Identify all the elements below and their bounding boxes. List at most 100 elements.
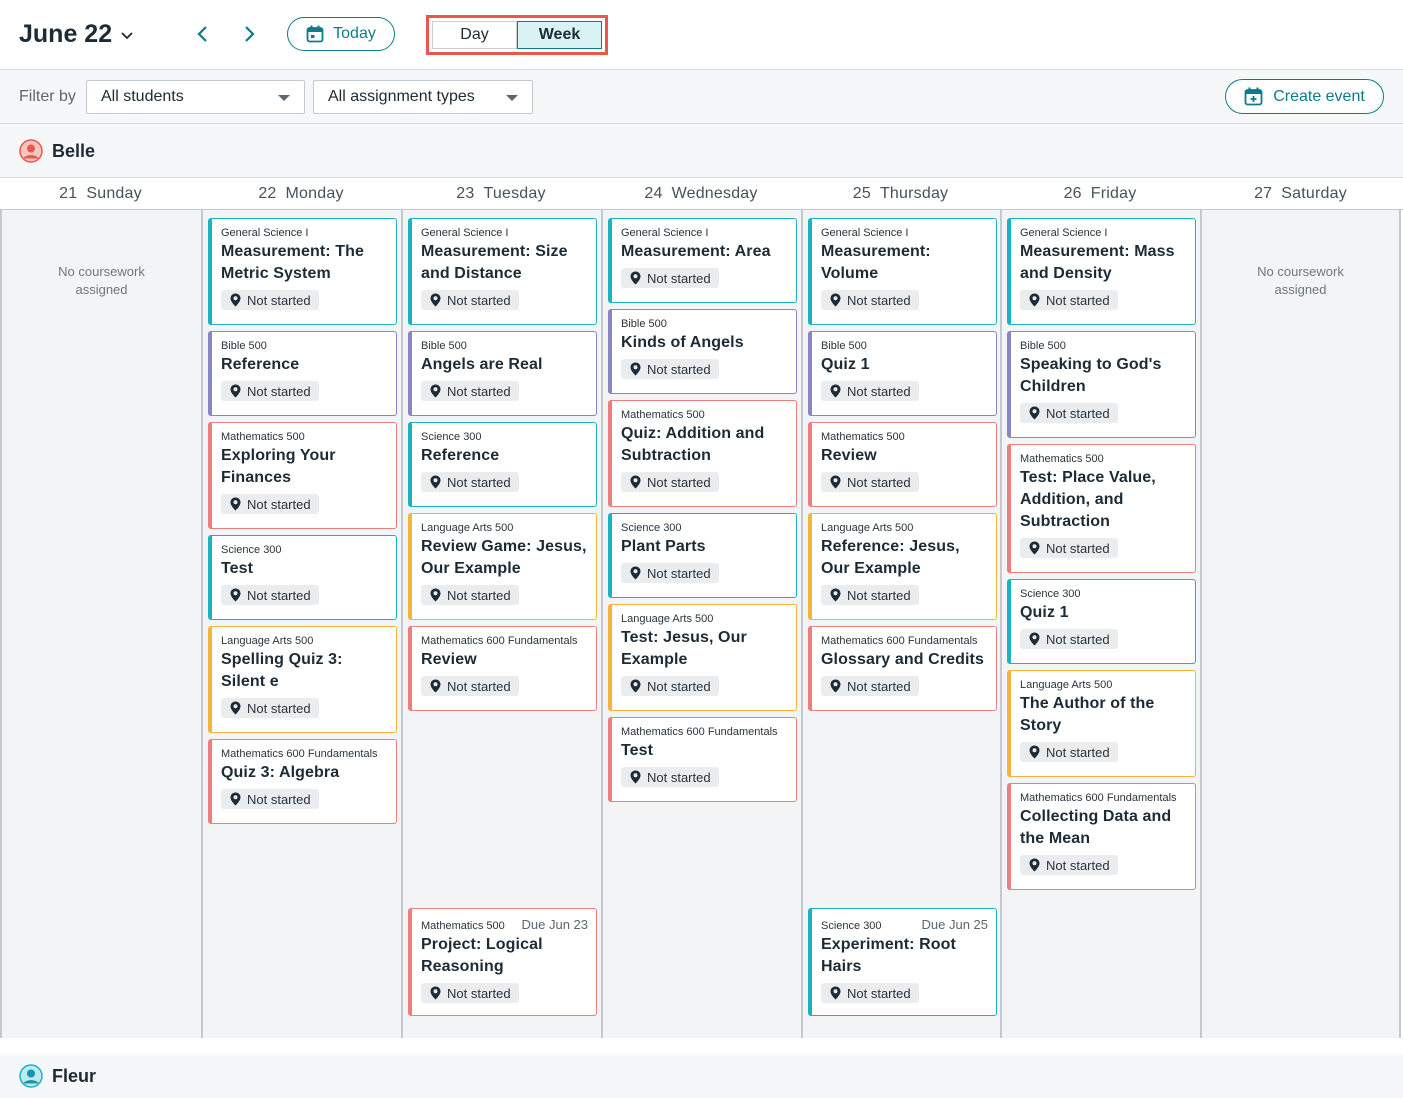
students-select[interactable]: All students — [86, 80, 305, 114]
assignment-card[interactable]: Mathematics 600 Fundamentals Quiz 3: Alge… — [208, 739, 397, 824]
day-header-saturday[interactable]: 27 Saturday — [1200, 178, 1401, 210]
course-line: Mathematics 500 — [621, 409, 788, 421]
assignment-title: Review Game: Jesus, Our Example — [421, 538, 587, 577]
status-badge: Not started — [421, 381, 519, 401]
day-column-tuesday: General Science I Measurement: Size and D… — [401, 210, 601, 1038]
view-week-button[interactable]: Week — [517, 21, 602, 49]
course-name: Mathematics 600 Fundamentals — [221, 748, 378, 760]
assignment-card[interactable]: Language Arts 500 Review Game: Jesus, Our… — [408, 513, 597, 620]
assignment-card[interactable]: Science 300 Quiz 1 Not started — [1007, 579, 1196, 664]
day-header-friday[interactable]: 26 Friday — [1000, 178, 1200, 210]
assignment-title: Measurement: Size and Distance — [421, 243, 568, 282]
assignment-card[interactable]: Language Arts 500 The Author of the Story… — [1007, 670, 1196, 777]
status-text: Not started — [447, 678, 511, 694]
status-badge: Not started — [1020, 538, 1118, 558]
assignment-card[interactable]: Science 300 Test Not started — [208, 535, 397, 620]
assignment-card[interactable]: Mathematics 600 Fundamentals Test Not star… — [608, 717, 797, 802]
assignment-card[interactable]: Science 300 Plant Parts Not started — [608, 513, 797, 598]
status-text: Not started — [447, 985, 511, 1001]
assignment-card[interactable]: Bible 500 Speaking to God's Children Not s… — [1007, 331, 1196, 438]
course-name: Mathematics 600 Fundamentals — [1020, 792, 1177, 804]
assignment-card[interactable]: Bible 500 Quiz 1 Not started — [808, 331, 997, 416]
location-pin-icon — [1029, 541, 1040, 555]
student-name: Fleur — [52, 1065, 97, 1086]
location-pin-icon — [830, 475, 841, 489]
status-badge: Not started — [621, 563, 719, 583]
location-pin-icon — [630, 475, 641, 489]
location-pin-icon — [630, 770, 641, 784]
today-button[interactable]: Today — [287, 17, 395, 51]
create-event-button[interactable]: Create event — [1225, 79, 1384, 114]
student-row-fleur[interactable]: Fleur — [0, 1054, 1403, 1098]
course-name: Mathematics 500 — [1020, 453, 1104, 465]
assignment-card[interactable]: Mathematics 600 Fundamentals Glossary and… — [808, 626, 997, 711]
location-pin-icon — [830, 679, 841, 693]
assignment-card[interactable]: Mathematics 500 Test: Place Value, Additi… — [1007, 444, 1196, 573]
assignment-card[interactable]: Science 300 Reference Not started — [408, 422, 597, 507]
filter-bar: Filter by All students All assignment ty… — [0, 70, 1403, 124]
status-text: Not started — [447, 474, 511, 490]
month-selector[interactable]: June 22 — [19, 20, 134, 49]
assignment-card[interactable]: Mathematics 600 Fundamentals Collecting D… — [1007, 783, 1196, 890]
assignment-card[interactable]: Science 300 Due Jun 25 Experiment: Root Ha… — [808, 908, 997, 1016]
assignment-types-select[interactable]: All assignment types — [313, 80, 533, 114]
course-name: Science 300 — [421, 431, 482, 443]
top-bar: June 22 Today Day Week — [0, 0, 1403, 70]
location-pin-icon — [430, 293, 441, 307]
assignment-card[interactable]: General Science I Measurement: Area Not st… — [608, 218, 797, 303]
student-name: Belle — [52, 140, 96, 161]
assignment-title: The Author of the Story — [1020, 695, 1155, 734]
assignment-card[interactable]: Bible 500 Kinds of Angels Not started — [608, 309, 797, 394]
view-day-button[interactable]: Day — [432, 21, 517, 49]
course-name: Bible 500 — [821, 340, 867, 352]
day-column-monday: General Science I Measurement: The Metric… — [201, 210, 401, 1038]
assignment-title: Spelling Quiz 3: Silent e — [221, 651, 343, 690]
course-line: Bible 500 — [621, 318, 788, 330]
assignment-card[interactable]: Mathematics 500 Due Jun 23 Project: Logica… — [408, 908, 597, 1016]
assignment-card[interactable]: General Science I Measurement: Size and D… — [408, 218, 597, 325]
assignment-card[interactable]: Language Arts 500 Reference: Jesus, Our E… — [808, 513, 997, 620]
status-badge: Not started — [821, 290, 919, 310]
status-text: Not started — [447, 383, 511, 399]
assignment-card[interactable]: Language Arts 500 Test: Jesus, Our Exampl… — [608, 604, 797, 711]
day-name: Sunday — [86, 185, 142, 202]
assignment-card[interactable]: Mathematics 500 Exploring Your Finances No… — [208, 422, 397, 529]
day-name: Wednesday — [671, 185, 758, 202]
course-line: Science 300 — [1020, 588, 1187, 600]
previous-week-button[interactable] — [191, 22, 215, 46]
location-pin-icon — [230, 588, 241, 602]
assignment-card[interactable]: Language Arts 500 Spelling Quiz 3: Silent… — [208, 626, 397, 733]
course-name: Mathematics 500 — [821, 431, 905, 443]
day-header-thursday[interactable]: 25 Thursday — [801, 178, 1000, 210]
course-line: Mathematics 500 — [221, 431, 388, 443]
day-header-tuesday[interactable]: 23 Tuesday — [401, 178, 601, 210]
next-week-button[interactable] — [237, 22, 261, 46]
today-label: Today — [333, 25, 376, 42]
course-name: Mathematics 500 — [221, 431, 305, 443]
student-row-belle[interactable]: Belle — [0, 124, 1403, 178]
status-badge: Not started — [221, 290, 319, 310]
status-text: Not started — [847, 474, 911, 490]
assignment-card[interactable]: Mathematics 500 Quiz: Addition and Subtra… — [608, 400, 797, 507]
assignment-card[interactable]: Bible 500 Angels are Real Not started — [408, 331, 597, 416]
status-badge: Not started — [221, 698, 319, 718]
assignment-card[interactable]: Bible 500 Reference Not started — [208, 331, 397, 416]
day-header-monday[interactable]: 22 Monday — [201, 178, 401, 210]
day-header-sunday[interactable]: 21 Sunday — [0, 178, 201, 210]
course-name: Science 300 — [221, 544, 282, 556]
assignment-card[interactable]: Mathematics 600 Fundamentals Review Not st… — [408, 626, 597, 711]
assignment-title: Review — [421, 651, 477, 668]
assignment-card[interactable]: General Science I Measurement: Mass and D… — [1007, 218, 1196, 325]
day-header-wednesday[interactable]: 24 Wednesday — [601, 178, 801, 210]
day-name: Saturday — [1281, 185, 1347, 202]
course-line: Language Arts 500 — [421, 522, 588, 534]
assignment-card[interactable]: Mathematics 500 Review Not started — [808, 422, 997, 507]
status-badge: Not started — [621, 268, 719, 288]
location-pin-icon — [230, 497, 241, 511]
user-avatar-icon — [19, 1064, 43, 1088]
day-column-saturday: No coursework assigned — [1200, 210, 1401, 1038]
status-text: Not started — [647, 361, 711, 377]
location-pin-icon — [830, 588, 841, 602]
assignment-card[interactable]: General Science I Measurement: Volume Not … — [808, 218, 997, 325]
assignment-card[interactable]: General Science I Measurement: The Metric… — [208, 218, 397, 325]
